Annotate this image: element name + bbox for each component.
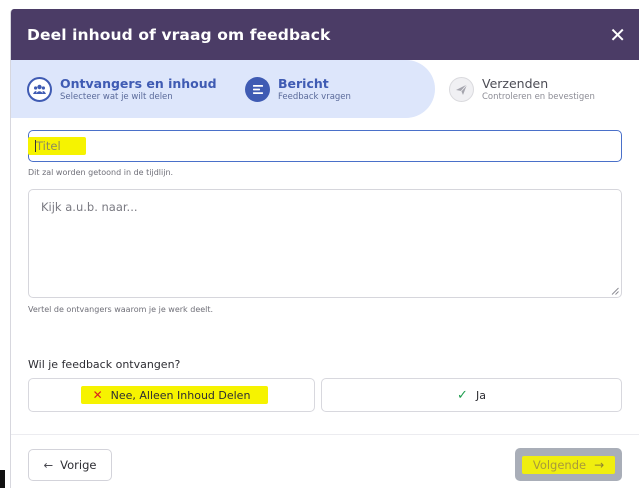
step-label: Bericht [278, 75, 329, 91]
next-button[interactable]: Volgende → [515, 448, 622, 481]
next-label: Volgende [532, 457, 587, 472]
background-strip [0, 0, 10, 488]
arrow-right-icon: → [594, 457, 605, 472]
option-label: Ja [475, 388, 486, 402]
feedback-question: Wil je feedback ontvangen? [28, 358, 181, 371]
x-icon: ✕ [92, 388, 103, 402]
step-sublabel: Feedback vragen [278, 91, 351, 102]
option-no-feedback-button[interactable]: ✕ Nee, Alleen Inhoud Delen [28, 378, 315, 412]
previous-button[interactable]: ← Vorige [28, 449, 112, 481]
step-message[interactable]: Bericht Feedback vragen [245, 60, 351, 118]
message-icon [245, 76, 270, 102]
close-icon[interactable]: ✕ [609, 25, 626, 45]
dialog-header: Deel inhoud of vraag om feedback ✕ [11, 9, 639, 60]
option-yes-feedback-button[interactable]: ✓ Ja [321, 378, 622, 412]
send-icon [449, 76, 474, 102]
step-label: Ontvangers en inhoud [60, 75, 217, 91]
arrow-left-icon: ← [43, 458, 54, 472]
step-send[interactable]: Verzenden Controleren en bevestigen [449, 60, 595, 118]
footer-divider [11, 434, 639, 435]
step-sublabel: Controleren en bevestigen [482, 91, 595, 102]
resize-handle-icon[interactable] [611, 287, 619, 295]
message-help-text: Vertel de ontvangers waarom je je werk d… [28, 305, 214, 314]
share-dialog: Deel inhoud of vraag om feedback ✕ Ontva… [10, 9, 639, 488]
title-placeholder: Titel [36, 139, 61, 153]
stepper: Ontvangers en inhoud Selecteer wat je wi… [11, 60, 639, 118]
previous-label: Vorige [60, 458, 97, 472]
people-icon [27, 76, 52, 102]
background-mark [0, 470, 5, 488]
dialog-title: Deel inhoud of vraag om feedback [27, 25, 331, 44]
title-help-text: Dit zal worden getoond in de tijdlijn. [28, 168, 174, 177]
message-textarea[interactable] [28, 189, 622, 298]
title-input[interactable] [28, 130, 622, 162]
step-label: Verzenden [482, 75, 549, 91]
step-sublabel: Selecteer wat je wilt delen [60, 91, 173, 102]
check-icon: ✓ [457, 387, 468, 403]
option-label: Nee, Alleen Inhoud Delen [110, 388, 251, 402]
step-recipients[interactable]: Ontvangers en inhoud Selecteer wat je wi… [27, 60, 217, 118]
